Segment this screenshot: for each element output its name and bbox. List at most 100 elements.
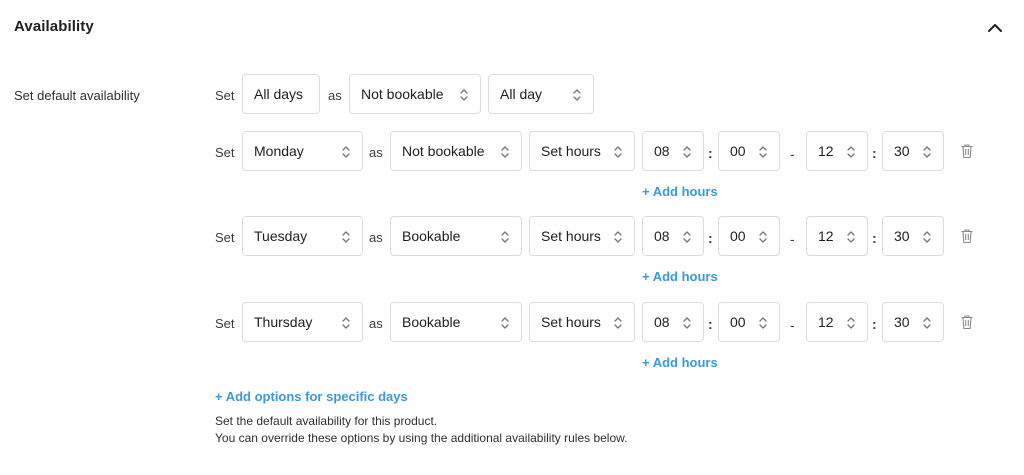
- time-mode-select-value: Set hours: [541, 314, 601, 330]
- to-minute-select[interactable]: 30: [882, 131, 944, 171]
- day-select-value: Monday: [254, 143, 304, 159]
- to-minute-select-value: 30: [894, 314, 910, 330]
- select-arrows-icon: [682, 316, 692, 330]
- time-colon: :: [708, 145, 713, 161]
- section-title: Availability: [14, 18, 94, 35]
- trash-icon: [960, 143, 974, 159]
- default-days-select[interactable]: All days: [242, 74, 320, 114]
- range-dash: -: [790, 146, 795, 162]
- day-select-value: Tuesday: [254, 228, 308, 244]
- time-colon: :: [708, 316, 713, 332]
- day-select[interactable]: Thursday: [242, 302, 363, 342]
- select-arrows-icon: [758, 145, 768, 159]
- add-hours-link[interactable]: + Add hours: [642, 184, 718, 199]
- set-word: Set: [215, 230, 235, 245]
- to-hour-select-value: 12: [818, 228, 834, 244]
- to-hour-select[interactable]: 12: [806, 302, 868, 342]
- select-arrows-icon: [341, 145, 351, 159]
- to-minute-select-value: 30: [894, 143, 910, 159]
- time-mode-select[interactable]: Set hours: [529, 216, 635, 256]
- default-status-select[interactable]: Not bookable: [349, 74, 481, 114]
- help-text-line-1: Set the default availability for this pr…: [215, 414, 438, 428]
- add-hours-link[interactable]: + Add hours: [642, 269, 718, 284]
- status-select[interactable]: Bookable: [390, 216, 522, 256]
- as-word: as: [369, 230, 383, 245]
- set-word: Set: [215, 316, 235, 331]
- select-arrows-icon: [341, 316, 351, 330]
- select-arrows-icon: [500, 230, 510, 244]
- default-status-value: Not bookable: [361, 86, 444, 102]
- from-hour-select-value: 08: [654, 143, 670, 159]
- status-select-value: Bookable: [402, 228, 461, 244]
- time-colon: :: [872, 316, 877, 332]
- select-arrows-icon: [613, 230, 623, 244]
- add-specific-days-link[interactable]: + Add options for specific days: [215, 389, 408, 404]
- select-arrows-icon: [500, 145, 510, 159]
- from-hour-select-value: 08: [654, 314, 670, 330]
- status-select[interactable]: Bookable: [390, 302, 522, 342]
- select-arrows-icon: [922, 145, 932, 159]
- select-arrows-icon: [500, 316, 510, 330]
- range-dash: -: [790, 231, 795, 247]
- default-time-mode-select[interactable]: All day: [488, 74, 594, 114]
- select-arrows-icon: [922, 230, 932, 244]
- day-select[interactable]: Monday: [242, 131, 363, 171]
- status-select[interactable]: Not bookable: [390, 131, 522, 171]
- select-arrows-icon: [922, 316, 932, 330]
- delete-rule-button[interactable]: [960, 143, 974, 159]
- to-minute-select[interactable]: 30: [882, 302, 944, 342]
- to-hour-select-value: 12: [818, 314, 834, 330]
- select-arrows-icon: [341, 230, 351, 244]
- from-hour-select[interactable]: 08: [642, 302, 704, 342]
- select-arrows-icon: [846, 230, 856, 244]
- time-colon: :: [872, 230, 877, 246]
- select-arrows-icon: [459, 88, 469, 102]
- to-minute-select-value: 30: [894, 228, 910, 244]
- delete-rule-button[interactable]: [960, 314, 974, 330]
- as-word: as: [369, 145, 383, 160]
- to-hour-select[interactable]: 12: [806, 131, 868, 171]
- to-minute-select[interactable]: 30: [882, 216, 944, 256]
- from-minute-select[interactable]: 00: [718, 216, 780, 256]
- time-mode-select-value: Set hours: [541, 143, 601, 159]
- from-hour-select-value: 08: [654, 228, 670, 244]
- as-word: as: [328, 88, 342, 103]
- from-minute-select-value: 00: [730, 228, 746, 244]
- trash-icon: [960, 228, 974, 244]
- select-arrows-icon: [613, 145, 623, 159]
- select-arrows-icon: [613, 316, 623, 330]
- add-hours-link[interactable]: + Add hours: [642, 355, 718, 370]
- from-minute-select[interactable]: 00: [718, 131, 780, 171]
- from-hour-select[interactable]: 08: [642, 216, 704, 256]
- from-hour-select[interactable]: 08: [642, 131, 704, 171]
- trash-icon: [960, 314, 974, 330]
- select-arrows-icon: [758, 316, 768, 330]
- to-hour-select[interactable]: 12: [806, 216, 868, 256]
- day-select[interactable]: Tuesday: [242, 216, 363, 256]
- from-minute-select-value: 00: [730, 314, 746, 330]
- time-mode-select[interactable]: Set hours: [529, 131, 635, 171]
- time-mode-select[interactable]: Set hours: [529, 302, 635, 342]
- day-select-value: Thursday: [254, 314, 313, 330]
- select-arrows-icon: [572, 88, 582, 102]
- from-minute-select[interactable]: 00: [718, 302, 780, 342]
- select-arrows-icon: [846, 145, 856, 159]
- default-days-value: All days: [254, 86, 304, 102]
- from-minute-select-value: 00: [730, 143, 746, 159]
- status-select-value: Bookable: [402, 314, 461, 330]
- time-mode-select-value: Set hours: [541, 228, 601, 244]
- help-text-line-2: You can override these options by using …: [215, 431, 628, 445]
- select-arrows-icon: [758, 230, 768, 244]
- as-word: as: [369, 316, 383, 331]
- delete-rule-button[interactable]: [960, 228, 974, 244]
- status-select-value: Not bookable: [402, 143, 485, 159]
- select-arrows-icon: [682, 145, 692, 159]
- range-dash: -: [790, 317, 795, 333]
- collapse-section-button[interactable]: [985, 18, 1005, 38]
- set-word: Set: [215, 88, 235, 103]
- chevron-up-icon: [985, 18, 1005, 38]
- select-arrows-icon: [846, 316, 856, 330]
- default-time-mode-value: All day: [500, 86, 543, 102]
- to-hour-select-value: 12: [818, 143, 834, 159]
- default-availability-label: Set default availability: [14, 88, 140, 103]
